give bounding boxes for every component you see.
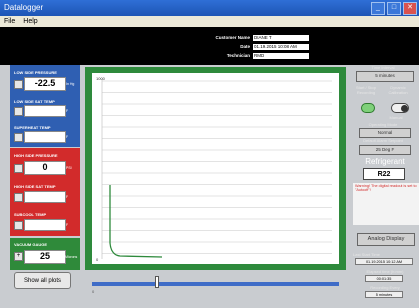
elapsed-time-value: 00:01:35 xyxy=(365,275,403,282)
recording-every-label: Recording Every xyxy=(370,285,400,290)
low-pressure-unit: In Hg xyxy=(66,82,75,86)
high-side-sat-temp-value xyxy=(24,191,66,203)
high-sat-temp-checkbox[interactable] xyxy=(14,193,23,202)
vacuum-add-button[interactable]: + xyxy=(14,252,23,261)
operating-mode-select[interactable]: Normal xyxy=(359,128,411,138)
vacuum-gauge-value: 25 xyxy=(24,250,66,264)
analog-display-button[interactable]: Analog Display xyxy=(357,233,415,246)
high-side-pressure-label: HIGH SIDE PRESSURE xyxy=(14,153,58,158)
low-pressure-checkbox[interactable] xyxy=(14,80,23,89)
chart-y-bottom-label: 0 xyxy=(96,257,99,262)
operating-mode-label: Operating Mode xyxy=(368,122,398,127)
calibration-toggle[interactable] xyxy=(391,103,409,113)
recording-status-panel: Last Start Time 01.19.2015 10:12 AM Elap… xyxy=(353,250,417,308)
customer-name-field[interactable]: DIANE T xyxy=(253,34,309,41)
alarm-setpoint-field[interactable]: 25 Deg F xyxy=(359,145,411,155)
low-side-sat-temp-label: LOW SIDE SAT TEMP xyxy=(14,99,55,104)
window-title: Datalogger xyxy=(4,3,44,12)
right-control-panel: Time Interval 5 minutes Start / Stop Rec… xyxy=(351,65,419,270)
show-all-plots-button[interactable]: Show all plots xyxy=(14,272,71,289)
low-side-panel: LOW SIDE PRESSURE -22.5 In Hg LOW SIDE S… xyxy=(10,65,80,147)
superheat-checkbox[interactable] xyxy=(14,133,23,142)
alarm-setpoint-label: Default Alarm Setpoint xyxy=(363,138,403,143)
timeline-tick-0: 0 xyxy=(92,289,95,294)
low-side-pressure-value: -22.5 xyxy=(24,77,66,91)
chart-svg: 1000 0 xyxy=(96,76,332,262)
menu-help[interactable]: Help xyxy=(23,16,37,27)
subcool-unit: F xyxy=(66,223,69,227)
superheat-label: SUPERHEAT TEMP xyxy=(14,125,51,130)
low-side-sat-temp-value xyxy=(24,105,66,117)
dynamic-calibration-label: Dynamic Calibration xyxy=(388,85,408,95)
time-interval-select[interactable]: 5 minutes xyxy=(356,71,414,82)
technician-label: Technician xyxy=(226,53,250,58)
chart-y-top-label: 1000 xyxy=(96,76,106,81)
maximize-button[interactable]: □ xyxy=(387,2,401,15)
timeline-slider-thumb[interactable] xyxy=(155,276,159,288)
header-info-panel: Customer Name DIANE T Date 01.19.2015 10… xyxy=(0,27,419,65)
low-sat-temp-checkbox[interactable] xyxy=(14,107,23,116)
subcool-checkbox[interactable] xyxy=(14,221,23,230)
start-stop-toggle[interactable] xyxy=(361,103,375,113)
date-label: Date xyxy=(240,44,250,49)
subcool-label: SUBCOOL TEMP xyxy=(14,212,47,217)
close-button[interactable]: ✕ xyxy=(403,2,417,15)
manual-label: Manual xyxy=(389,115,403,120)
date-field[interactable]: 01.19.2015 10:08 AM xyxy=(253,43,309,50)
subcool-value xyxy=(24,219,66,231)
customer-name-label: Customer Name xyxy=(215,35,250,40)
elapsed-time-label: Elapsed time (h:mm) xyxy=(366,269,404,274)
last-start-label: Last Start Time xyxy=(353,252,380,257)
high-sat-temp-unit: F xyxy=(66,195,69,199)
low-sat-temp-unit: F xyxy=(66,109,69,113)
high-side-pressure-value: 0 xyxy=(24,161,66,175)
high-pressure-checkbox[interactable] xyxy=(14,164,23,173)
recording-every-value: 5 minutes xyxy=(365,291,403,298)
refrigerant-label: Refrigerant xyxy=(365,157,405,166)
technician-field[interactable]: RMD xyxy=(253,52,309,59)
superheat-value xyxy=(24,131,66,143)
chart-area: 1000 0 xyxy=(92,73,339,264)
vacuum-gauge-label: VACUUM GAUGE xyxy=(14,242,48,247)
minimize-button[interactable]: _ xyxy=(371,2,385,15)
high-side-sat-temp-label: HIGH SIDE SAT TEMP xyxy=(14,184,56,189)
refrigerant-select[interactable]: R22 xyxy=(363,168,405,180)
interval-label: Time Interval xyxy=(371,65,395,70)
chart-gridlines xyxy=(101,79,332,259)
calibration-toggle-knob xyxy=(401,105,408,112)
start-stop-label: Start / Stop Recording xyxy=(355,85,376,95)
warning-message: Warning! The digital readout is set to "… xyxy=(353,183,419,225)
menu-bar: File Help xyxy=(0,16,419,27)
low-side-pressure-label: LOW SIDE PRESSURE xyxy=(14,70,57,75)
vacuum-unit: Microns xyxy=(65,255,78,259)
menu-file[interactable]: File xyxy=(4,16,15,27)
high-pressure-unit: PSI xyxy=(66,166,72,170)
high-side-panel: HIGH SIDE PRESSURE 0 PSI HIGH SIDE SAT T… xyxy=(10,148,80,236)
timeline-slider-track[interactable] xyxy=(92,282,339,286)
superheat-unit: F xyxy=(66,135,69,139)
title-bar: Datalogger _ □ ✕ xyxy=(0,0,419,16)
vacuum-panel: VACUUM GAUGE + 25 Microns xyxy=(10,238,80,270)
last-start-value: 01.19.2015 10:12 AM xyxy=(355,258,413,265)
